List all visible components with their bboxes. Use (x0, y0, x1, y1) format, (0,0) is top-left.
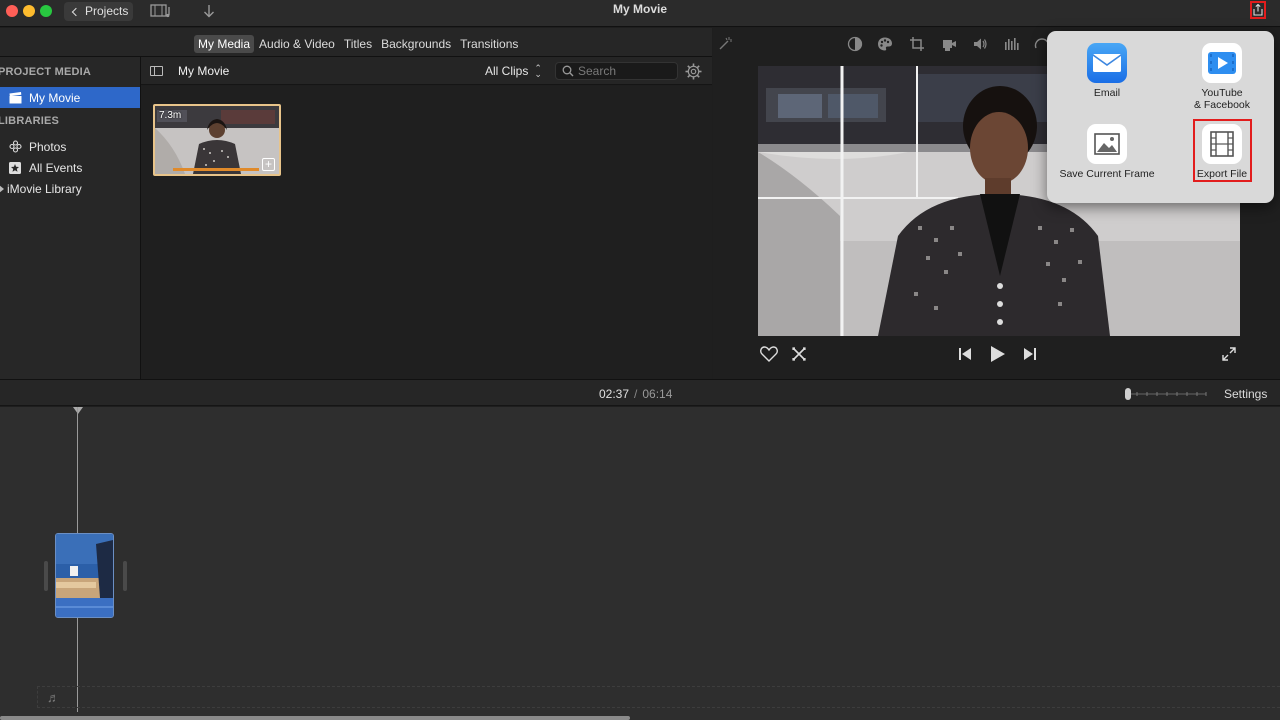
volume-icon[interactable] (972, 36, 988, 52)
timeline-clip-thumbnail (56, 534, 113, 617)
library-sidebar: PROJECT MEDIA My Movie LIBRARIES Photos … (0, 57, 141, 379)
tab-my-media[interactable]: My Media (194, 35, 255, 53)
play-icon (1202, 43, 1242, 83)
browser-header: My Movie All Clips ⌃ ⌄ (141, 57, 712, 85)
clip-duration-label: 7.3m (159, 110, 182, 121)
tab-backgrounds[interactable]: Backgrounds (377, 35, 455, 53)
clip-filter-select[interactable]: All Clips ⌃ ⌄ (485, 63, 542, 79)
projects-button-label: Projects (85, 4, 129, 18)
photo-icon (1087, 124, 1127, 164)
clapperboard-icon (8, 91, 22, 105)
clip-trim-handle-left[interactable] (44, 561, 48, 591)
projects-back-button[interactable]: Projects (64, 2, 133, 21)
minimize-window-button[interactable] (23, 5, 35, 17)
timeline-clip[interactable] (55, 533, 114, 618)
libraries-heading: LIBRARIES (0, 115, 60, 127)
sidebar-item-label: Photos (29, 139, 67, 154)
share-youtube-facebook-button[interactable]: YouTube & Facebook (1174, 43, 1270, 111)
clip-trim-handle-right[interactable] (123, 561, 127, 591)
save-current-frame-button[interactable]: Save Current Frame (1059, 124, 1155, 180)
stabilization-icon[interactable] (941, 36, 957, 52)
star-icon (8, 161, 22, 175)
timecode-display: 02:37 / 06:14 (599, 387, 672, 401)
film-icon (1202, 124, 1242, 164)
disclosure-icon[interactable] (0, 184, 4, 193)
window-title: My Movie (612, 2, 667, 16)
current-time: 02:37 (599, 387, 630, 401)
share-item-label-line2: & Facebook (1193, 99, 1251, 111)
clip-filter-label: All Clips (485, 64, 529, 78)
browser-title: My Movie (178, 64, 230, 78)
media-browser-icon[interactable] (150, 3, 174, 19)
search-field[interactable] (555, 62, 678, 80)
sidebar-item-label: All Events (29, 160, 83, 175)
playhead-marker[interactable] (73, 407, 83, 414)
browser-tab-bar: My Media Audio & Video Titles Background… (0, 28, 712, 57)
reject-icon[interactable] (789, 344, 809, 364)
music-note-icon: ♬ (47, 690, 60, 705)
project-media-heading: PROJECT MEDIA (0, 66, 92, 78)
flower-icon (8, 140, 22, 154)
title-bar: Projects My Movie (0, 0, 1280, 27)
share-icon (1253, 4, 1263, 16)
magic-wand-icon[interactable] (717, 36, 733, 52)
gear-icon[interactable] (685, 63, 702, 80)
tab-audio-video[interactable]: Audio & Video (255, 35, 339, 53)
time-separator: / (634, 387, 638, 401)
skip-forward-icon[interactable] (1020, 344, 1040, 364)
sidebar-item-all-events[interactable]: All Events (0, 157, 140, 178)
share-popover: Email YouTube & Facebook Save Current Fr… (1047, 31, 1274, 203)
tab-titles[interactable]: Titles (340, 35, 376, 53)
timeline[interactable]: ♬ (0, 407, 1280, 720)
share-button[interactable] (1250, 1, 1266, 19)
timeline-zoom-slider[interactable] (1125, 388, 1208, 400)
fullscreen-icon[interactable] (1219, 344, 1239, 364)
mail-icon (1087, 43, 1127, 83)
share-item-label: Email (1093, 87, 1121, 99)
zoom-window-button[interactable] (40, 5, 52, 17)
tab-transitions[interactable]: Transitions (456, 35, 522, 53)
sidebar-item-photos[interactable]: Photos (0, 136, 140, 157)
timeline-header: 02:37 / 06:14 Settings (0, 379, 1280, 406)
chevron-left-icon (71, 7, 81, 16)
color-balance-icon[interactable] (847, 36, 863, 52)
search-input[interactable] (578, 64, 668, 78)
horizontal-scrollbar[interactable] (0, 716, 630, 720)
export-file-button[interactable]: Export File (1174, 124, 1270, 180)
import-arrow-icon[interactable] (202, 3, 216, 19)
play-icon[interactable] (987, 344, 1007, 364)
palette-icon[interactable] (877, 36, 893, 52)
sidebar-item-label: iMovie Library (7, 181, 82, 196)
media-clip-thumbnail[interactable]: 7.3m + (153, 104, 281, 176)
add-clip-icon[interactable]: + (262, 158, 275, 171)
share-item-label-line1: YouTube (1201, 87, 1243, 99)
sidebar-item-my-movie[interactable]: My Movie (0, 87, 140, 108)
search-icon (562, 65, 574, 77)
media-browser: 7.3m + (141, 86, 712, 379)
equalizer-icon[interactable] (1004, 36, 1020, 52)
sidebar-toggle-icon[interactable] (150, 66, 163, 76)
background-music-well[interactable]: ♬ (37, 686, 1280, 708)
updown-chevron-icon: ⌃ ⌄ (534, 63, 542, 79)
timeline-settings-button[interactable]: Settings (1224, 387, 1267, 401)
total-duration: 06:14 (642, 387, 673, 401)
share-item-label: Export File (1196, 168, 1248, 180)
skip-back-icon[interactable] (955, 344, 975, 364)
share-item-label: Save Current Frame (1059, 168, 1155, 180)
sidebar-item-imovie-library[interactable]: iMovie Library (0, 178, 140, 199)
close-window-button[interactable] (6, 5, 18, 17)
share-email-button[interactable]: Email (1059, 43, 1155, 99)
sidebar-item-label: My Movie (29, 90, 81, 105)
favorite-heart-icon[interactable] (759, 344, 779, 364)
crop-icon[interactable] (909, 36, 925, 52)
